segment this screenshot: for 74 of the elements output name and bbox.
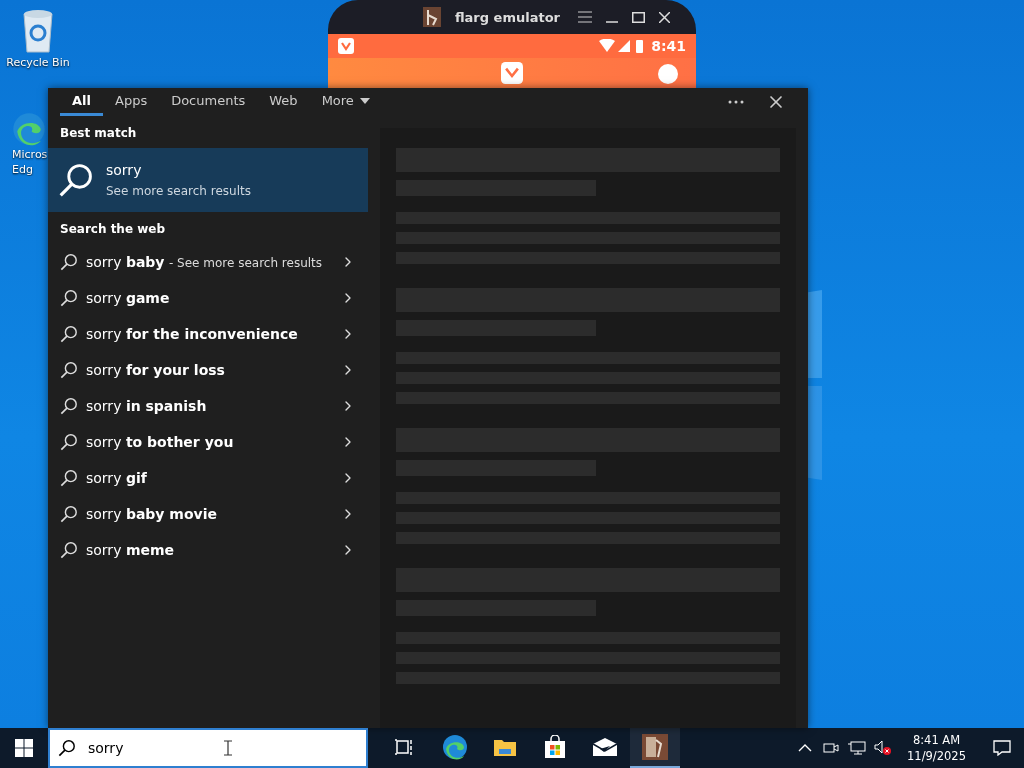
menu-icon[interactable]: [578, 11, 592, 23]
close-icon[interactable]: [659, 11, 670, 23]
desktop-icon-label: Micros: [12, 148, 48, 161]
chevron-up-icon[interactable]: [798, 744, 813, 752]
search-icon: [60, 325, 78, 343]
filter-tab[interactable]: More: [309, 88, 382, 116]
window-title: flarg emulator: [454, 9, 560, 25]
suggestion-text: sorry to bother you: [86, 434, 234, 450]
search-suggestion[interactable]: sorry in spanish: [48, 388, 368, 424]
taskbar-app[interactable]: [630, 728, 680, 768]
best-match-item[interactable]: sorry See more search results: [48, 148, 368, 212]
best-match-subtitle: See more search results: [106, 184, 251, 198]
clock-time: 8:41 AM: [912, 732, 961, 748]
windows-logo-icon: [15, 739, 33, 757]
speaker-muted-icon[interactable]: [874, 740, 893, 756]
suggestion-note: - See more search results: [168, 256, 323, 270]
search-suggestion[interactable]: sorry game: [48, 280, 368, 316]
search-icon: [60, 361, 78, 379]
envelope-icon: [592, 737, 618, 757]
best-match-title: sorry: [106, 162, 143, 178]
more-icon: [728, 100, 744, 104]
filter-tab[interactable]: Web: [257, 88, 310, 116]
search-suggestion[interactable]: sorry for the inconvenience: [48, 316, 368, 352]
emulator-icon: [642, 734, 668, 760]
search-suggestion[interactable]: sorry baby - See more search results: [48, 244, 368, 280]
clock[interactable]: 8:41 AM 11/9/2025: [899, 732, 974, 764]
search-icon: [58, 162, 94, 198]
section-heading: Best match: [59, 125, 138, 142]
network-icon[interactable]: [848, 741, 867, 755]
suggestion-text: sorry baby movie: [86, 506, 217, 522]
section-heading: Search the web: [59, 221, 167, 238]
camera-icon[interactable]: [823, 741, 840, 755]
desktop-icon-label: Edg: [12, 163, 33, 176]
search-icon: [60, 469, 78, 487]
search-icon: [60, 253, 78, 271]
filter-tab[interactable]: Documents: [159, 88, 258, 116]
search-icon: [58, 739, 76, 757]
suggestion-text: sorry meme: [86, 542, 175, 558]
filter-tab[interactable]: All: [60, 88, 103, 116]
text-cursor-icon: [224, 740, 232, 756]
search-field[interactable]: sorry: [48, 728, 368, 768]
edge-icon[interactable]: [12, 112, 46, 146]
search-suggestion[interactable]: sorry baby movie: [48, 496, 368, 532]
caret-icon: [359, 97, 370, 104]
search-suggestion[interactable]: sorry meme: [48, 532, 368, 568]
search-icon: [60, 505, 78, 523]
suggestion-text: sorry gif: [86, 470, 147, 486]
suggestion-text: sorry for the inconvenience: [86, 326, 298, 342]
app-notification-icon: [338, 38, 354, 54]
search-icon: [60, 433, 78, 451]
search-icon: [60, 397, 78, 415]
app-logo-icon: [501, 62, 523, 84]
task-view-icon: [395, 738, 415, 756]
search-icon: [60, 541, 78, 559]
folder-icon: [493, 737, 517, 757]
maximize-icon[interactable]: [632, 11, 645, 23]
edge-icon: [442, 734, 468, 760]
suggestion-text: sorry game: [86, 290, 170, 306]
notifications-icon[interactable]: [993, 740, 1011, 756]
suggestion-text: sorry for your loss: [86, 362, 225, 378]
desktop-icon-label: Recycle Bin: [6, 56, 70, 69]
search-suggestion[interactable]: sorry for your loss: [48, 352, 368, 388]
clock-date: 11/9/2025: [907, 748, 966, 764]
search-suggestion[interactable]: sorry gif: [48, 460, 368, 496]
filter-tab[interactable]: Apps: [103, 88, 160, 116]
profile-icon[interactable]: [658, 64, 678, 84]
search-icon: [60, 289, 78, 307]
suggestion-text: sorry in spanish: [86, 398, 207, 414]
status-time: 8:41: [651, 38, 686, 54]
emulator-logo-icon: [422, 7, 441, 27]
status-icons: [599, 39, 646, 53]
search-suggestion[interactable]: sorry to bother you: [48, 424, 368, 460]
suggestion-text: sorry baby: [86, 254, 165, 270]
shopping-bag-icon: [544, 735, 566, 759]
